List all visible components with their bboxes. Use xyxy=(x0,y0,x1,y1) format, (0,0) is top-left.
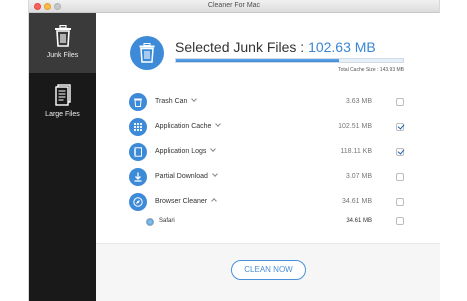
category-size: 34.61 MB xyxy=(342,198,372,205)
total-cache-size: Total Cache Size : 143.93 MB xyxy=(338,67,404,73)
category-name-wrap: Browser Cleaner xyxy=(155,198,217,205)
category-size: 3.63 MB xyxy=(345,98,372,105)
app-window: Cleaner For Mac Junk Files Large Files S… xyxy=(28,0,440,301)
category-name-wrap: Application Cache xyxy=(155,121,222,130)
category-size: 102.51 MB xyxy=(338,123,372,130)
sidebar-item-label: Large Files xyxy=(45,111,80,118)
category-name-wrap: Partial Download xyxy=(155,171,218,180)
category-name: Browser Cleaner xyxy=(155,198,208,205)
category-icon xyxy=(129,168,147,186)
junk-progress-fill xyxy=(176,59,340,62)
category-checkbox[interactable] xyxy=(396,173,404,181)
category-name-wrap: Trash Can xyxy=(155,96,198,105)
browser-item-checkbox[interactable] xyxy=(396,217,404,225)
selected-junk-size: 102.63 MB xyxy=(308,39,376,55)
sidebar-item-large-files[interactable]: Large Files xyxy=(29,77,96,133)
download-icon xyxy=(134,172,142,182)
category-row-browser-cleaner[interactable]: Browser Cleaner 34.61 MB xyxy=(129,193,404,213)
compass-icon xyxy=(133,197,143,207)
category-row-partial-download[interactable]: Partial Download 3.07 MB xyxy=(129,168,404,188)
trash-icon xyxy=(134,98,142,107)
chevron-up-icon[interactable] xyxy=(211,198,217,204)
category-icon xyxy=(129,193,147,211)
category-name: Partial Download xyxy=(155,173,208,180)
clean-now-button[interactable]: CLEAN NOW xyxy=(231,260,306,280)
category-row-application-cache[interactable]: Application Cache 102.51 MB xyxy=(129,118,404,138)
selected-junk-heading: Selected Junk Files : 102.63 MB xyxy=(175,39,376,55)
trash-icon xyxy=(54,25,71,47)
category-icon xyxy=(129,118,147,136)
sidebar: Junk Files Large Files xyxy=(29,13,96,301)
log-book-icon xyxy=(134,147,142,157)
document-stack-icon xyxy=(54,84,71,106)
category-checkbox[interactable] xyxy=(396,148,404,156)
title-bar: Cleaner For Mac xyxy=(29,0,439,13)
window-title: Cleaner For Mac xyxy=(207,2,261,9)
trash-icon xyxy=(139,43,155,63)
chevron-down-icon[interactable] xyxy=(212,171,218,177)
category-icon xyxy=(129,93,147,111)
category-size: 3.07 MB xyxy=(345,173,372,180)
junk-summary-icon xyxy=(130,36,164,70)
category-row-application-logs[interactable]: Application Logs 118.11 KB xyxy=(129,143,404,163)
junk-progress-bar xyxy=(175,58,404,63)
browser-item-safari[interactable]: Safari 34.61 MB xyxy=(146,216,404,230)
category-checkbox[interactable] xyxy=(396,123,404,131)
sidebar-item-junk-files[interactable]: Junk Files xyxy=(29,13,96,73)
grid-icon xyxy=(133,122,143,132)
category-name: Application Logs xyxy=(155,148,207,155)
category-icon xyxy=(129,143,147,161)
sidebar-item-label: Junk Files xyxy=(46,52,79,59)
category-checkbox[interactable] xyxy=(396,98,404,106)
browser-item-size: 34.61 MB xyxy=(346,218,372,224)
safari-icon xyxy=(146,218,154,226)
browser-item-name: Safari xyxy=(159,218,175,224)
category-name-wrap: Application Logs xyxy=(155,146,217,155)
category-name: Application Cache xyxy=(155,123,212,130)
category-row-trash-can[interactable]: Trash Can 3.63 MB xyxy=(129,93,404,113)
category-size: 118.11 KB xyxy=(340,148,372,155)
main-content: Selected Junk Files : 102.63 MB Total Ca… xyxy=(96,13,440,301)
category-name: Trash Can xyxy=(155,98,188,105)
category-checkbox[interactable] xyxy=(396,198,404,206)
chevron-down-icon[interactable] xyxy=(210,146,217,152)
chevron-down-icon[interactable] xyxy=(215,121,222,127)
chevron-down-icon[interactable] xyxy=(191,96,198,102)
selected-junk-label: Selected Junk Files : xyxy=(175,39,309,55)
footer: CLEAN NOW xyxy=(96,244,440,301)
